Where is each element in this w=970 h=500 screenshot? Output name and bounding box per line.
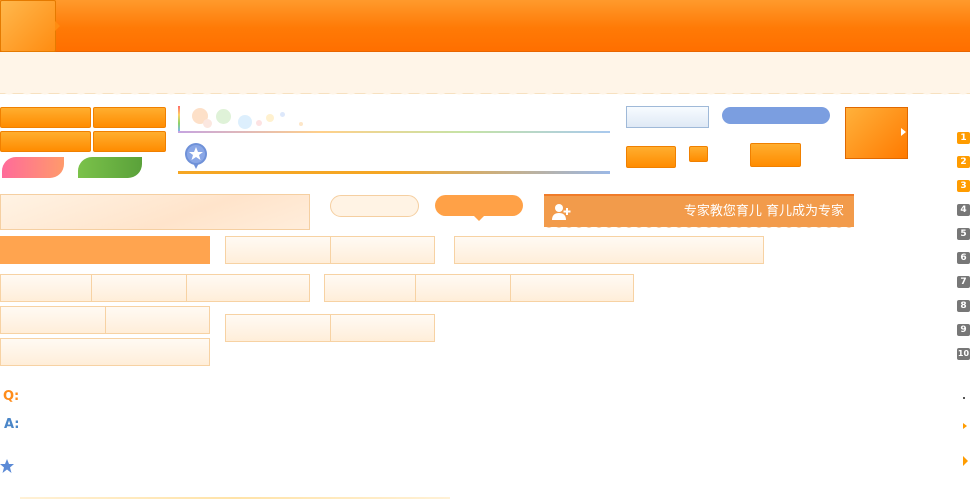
add-user-icon xyxy=(552,203,572,221)
star-pin-icon xyxy=(183,142,209,170)
banner-text: 专家教您育儿 育儿成为专家 xyxy=(683,204,844,219)
orange-button-medium[interactable] xyxy=(750,143,801,167)
orange-pill-button[interactable] xyxy=(435,195,523,216)
tab-cell[interactable] xyxy=(226,315,331,341)
tab-orange-1[interactable] xyxy=(0,107,91,128)
green-leaf-button[interactable] xyxy=(78,157,142,178)
question-label: Q: xyxy=(3,389,20,404)
tab-group-a xyxy=(225,236,435,264)
bottom-divider xyxy=(20,497,450,499)
table-row-d[interactable] xyxy=(0,338,210,366)
top-header-bar xyxy=(0,0,970,52)
scallop-edge xyxy=(0,88,970,96)
blue-input-box[interactable] xyxy=(626,106,709,128)
rank-badge: 8 xyxy=(957,300,970,312)
rank-badge: 6 xyxy=(957,252,970,264)
rank-badge: 1 xyxy=(957,132,970,144)
rank-badge: 4 xyxy=(957,204,970,216)
rank-badge: 7 xyxy=(957,276,970,288)
tab-cell[interactable] xyxy=(226,237,331,263)
table-row-a xyxy=(0,274,310,302)
rank-badge: 3 xyxy=(957,180,970,192)
arrow-right-icon xyxy=(963,423,967,429)
table-row-b xyxy=(324,274,634,302)
rank-badge: 5 xyxy=(957,228,970,240)
wide-field[interactable] xyxy=(454,236,764,264)
bubbles-row xyxy=(178,106,610,134)
table-cell[interactable] xyxy=(325,275,416,301)
divider-line xyxy=(178,171,610,174)
orange-square-button[interactable] xyxy=(845,107,908,159)
orange-button-small[interactable] xyxy=(626,146,676,168)
banner-scallop xyxy=(544,223,854,229)
table-cell[interactable] xyxy=(1,275,92,301)
table-cell[interactable] xyxy=(1,307,106,333)
peach-search-bar[interactable] xyxy=(0,194,310,230)
tab-orange-2[interactable] xyxy=(93,107,166,128)
blue-pill-button[interactable] xyxy=(722,107,830,124)
rank-badge: 9 xyxy=(957,324,970,336)
arrow-right-icon xyxy=(963,456,968,466)
peach-pill-button[interactable] xyxy=(330,195,419,217)
tab-orange-4[interactable] xyxy=(93,131,166,152)
table-cell[interactable] xyxy=(92,275,187,301)
table-cell[interactable] xyxy=(416,275,511,301)
dot-bullet xyxy=(963,397,965,399)
tab-orange-3[interactable] xyxy=(0,131,91,152)
star-icon xyxy=(0,459,14,473)
tab-group-b xyxy=(225,314,435,342)
pill-pointer xyxy=(473,215,485,221)
logo-tab[interactable] xyxy=(0,0,60,52)
orange-tag-icon[interactable] xyxy=(689,146,708,162)
answer-label: A: xyxy=(4,417,20,432)
rank-badges: 1 2 3 4 5 6 7 8 9 10 xyxy=(957,132,970,364)
rank-badge: 10 xyxy=(957,348,970,360)
table-row-c xyxy=(0,306,210,334)
rank-badge: 2 xyxy=(957,156,970,168)
orange-header-bar xyxy=(0,236,210,264)
pink-leaf-button[interactable] xyxy=(2,157,64,178)
arrow-right-icon xyxy=(901,128,906,136)
